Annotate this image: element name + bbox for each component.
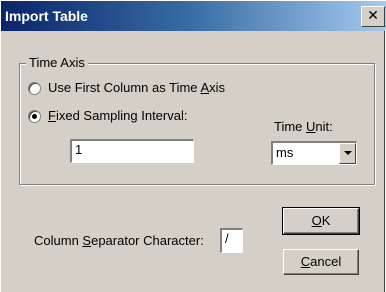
cancel-button[interactable]: Cancel: [283, 249, 359, 275]
import-table-dialog: Import Table ✕ Time Axis Use First Colum…: [0, 0, 386, 292]
use-first-column-label[interactable]: Use First Column as Time Axis: [48, 80, 225, 95]
time-unit-label: Time Unit:: [274, 119, 333, 134]
title-bar: Import Table ✕: [1, 1, 386, 31]
sampling-interval-input[interactable]: 1: [70, 139, 194, 163]
chevron-down-icon[interactable]: [339, 143, 356, 164]
time-unit-value: ms: [276, 145, 294, 160]
close-button[interactable]: ✕: [361, 6, 385, 27]
fixed-sampling-interval-radio[interactable]: [28, 110, 41, 123]
time-unit-select[interactable]: ms: [271, 141, 357, 165]
fixed-sampling-interval-label[interactable]: Fixed Sampling Interval:: [48, 108, 187, 123]
separator-label: Column Separator Character:: [34, 233, 204, 248]
use-first-column-radio[interactable]: [28, 82, 41, 95]
ok-button[interactable]: OK: [282, 207, 360, 235]
time-axis-legend: Time Axis: [26, 55, 88, 70]
close-icon: ✕: [367, 8, 379, 24]
separator-input[interactable]: /: [220, 228, 243, 253]
window-title: Import Table: [5, 8, 88, 24]
